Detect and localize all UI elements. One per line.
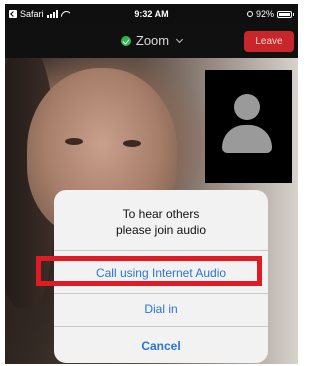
sheet-title-line1: To hear others <box>122 207 200 221</box>
meeting-header: Zoom Leave <box>5 24 298 58</box>
divider <box>54 250 268 251</box>
divider <box>54 293 268 294</box>
highlight-box <box>36 256 262 286</box>
chevron-down-icon <box>176 35 184 43</box>
battery-icon <box>277 10 294 18</box>
avatar-body-shape <box>222 125 272 153</box>
meeting-title: Zoom <box>135 33 170 48</box>
sheet-title: To hear others please join audio <box>54 206 268 238</box>
status-right: 92% <box>246 9 294 19</box>
status-bar: Safari 9:32 AM 92% <box>5 4 298 24</box>
shield-check-icon <box>120 35 131 46</box>
battery-percent: 92% <box>255 9 274 19</box>
eye-right <box>123 140 141 147</box>
rotation-lock-icon <box>246 11 253 17</box>
cancel-button[interactable]: Cancel <box>54 339 268 353</box>
leave-button[interactable]: Leave <box>244 31 294 52</box>
divider <box>54 326 268 327</box>
phone-screen: Safari 9:32 AM 92% Zoom Leave To hear ot… <box>5 4 298 364</box>
eye-left <box>65 138 83 145</box>
avatar-placeholder-icon <box>234 94 260 120</box>
dial-in-option[interactable]: Dial in <box>54 302 268 316</box>
self-view-tile[interactable] <box>205 70 292 183</box>
sheet-title-line2: please join audio <box>115 223 207 237</box>
